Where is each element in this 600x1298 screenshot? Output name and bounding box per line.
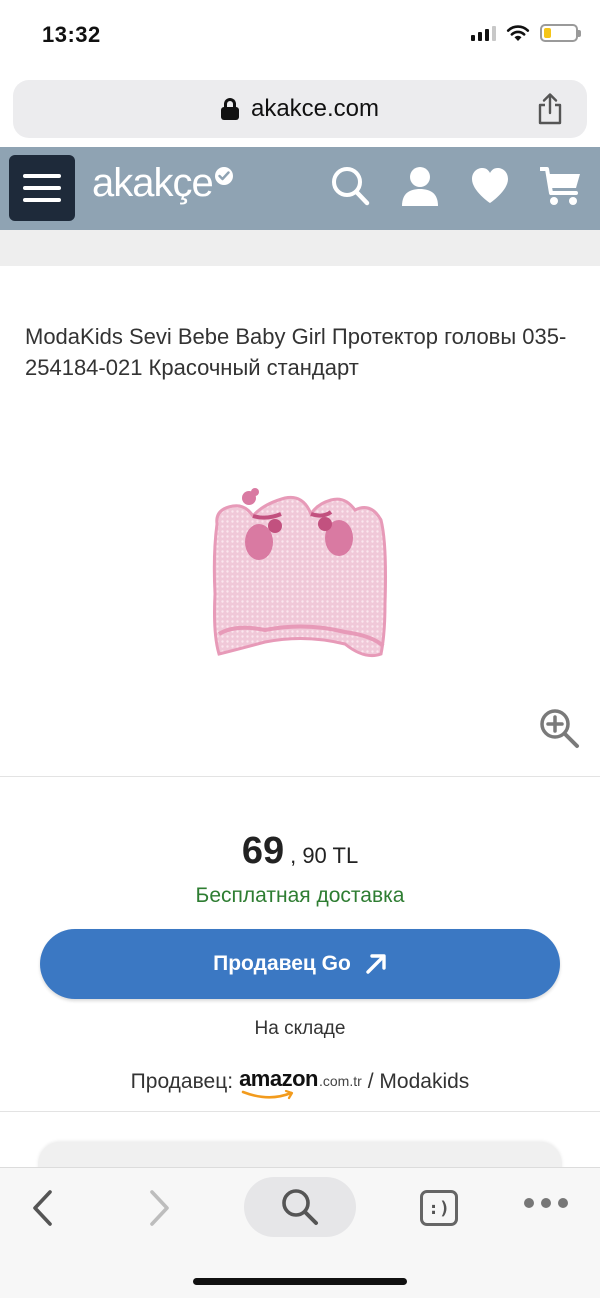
home-indicator xyxy=(193,1278,407,1285)
url-text[interactable]: akakce.com xyxy=(251,95,379,123)
header-actions xyxy=(330,165,582,207)
shipping-info: Бесплатная доставка xyxy=(195,884,405,907)
divider xyxy=(0,776,600,777)
stock-status: На складе xyxy=(254,1018,346,1039)
battery-level xyxy=(544,28,551,38)
search-icon[interactable] xyxy=(330,165,370,207)
search-icon xyxy=(282,1189,318,1225)
toolbar-search-button[interactable] xyxy=(244,1177,356,1237)
wifi-icon xyxy=(506,25,530,41)
seller-info: Продавец: amazon .com.tr / Modakids xyxy=(0,1066,600,1100)
hamburger-menu-button[interactable] xyxy=(9,155,75,221)
site-header: akakçe xyxy=(0,147,600,230)
amazon-logo[interactable]: amazon .com.tr xyxy=(239,1066,362,1100)
user-icon[interactable] xyxy=(400,165,440,207)
header-spacer-band xyxy=(0,230,600,266)
status-bar: 13:32 xyxy=(0,0,600,72)
seller-name[interactable]: / Modakids xyxy=(368,1070,470,1094)
price: 69, 90 TL xyxy=(0,830,600,873)
price-main: 69 xyxy=(241,830,285,872)
product-image[interactable] xyxy=(205,484,397,664)
signal-icon xyxy=(471,25,496,41)
status-icons xyxy=(471,24,581,42)
go-to-seller-label: Продавец Go xyxy=(213,952,351,975)
status-time: 13:32 xyxy=(42,22,101,47)
seller-label: Продавец: xyxy=(130,1070,234,1093)
site-logo[interactable]: akakçe xyxy=(92,161,233,206)
logo-text: akakçe xyxy=(92,161,214,205)
address-bar-content: akakce.com xyxy=(13,80,587,138)
address-bar[interactable]: akakce.com xyxy=(13,80,587,138)
lock-icon xyxy=(220,98,239,120)
battery-icon xyxy=(540,24,581,42)
reader-mode-button[interactable]: :) xyxy=(420,1190,458,1226)
product-title: ModaKids Sevi Bebe Baby Girl Протектор г… xyxy=(25,324,567,380)
chevron-left-icon[interactable] xyxy=(30,1188,54,1228)
divider xyxy=(0,1111,600,1112)
share-icon[interactable] xyxy=(535,92,565,126)
amazon-logo-word: amazon xyxy=(239,1066,318,1091)
hamburger-icon xyxy=(23,174,61,178)
logo-check-icon xyxy=(214,166,233,185)
chevron-right-icon[interactable] xyxy=(148,1188,172,1228)
go-to-seller-button[interactable]: Продавец Go xyxy=(40,929,560,999)
cart-icon[interactable] xyxy=(540,165,582,207)
arrow-up-right-icon xyxy=(366,954,386,974)
zoom-in-icon[interactable] xyxy=(538,707,580,749)
price-fraction: , 90 TL xyxy=(290,843,359,868)
more-icon[interactable] xyxy=(524,1198,568,1208)
amazon-logo-tld: .com.tr xyxy=(318,1073,362,1089)
amazon-smile-icon xyxy=(241,1090,294,1100)
heart-icon[interactable] xyxy=(470,167,510,205)
